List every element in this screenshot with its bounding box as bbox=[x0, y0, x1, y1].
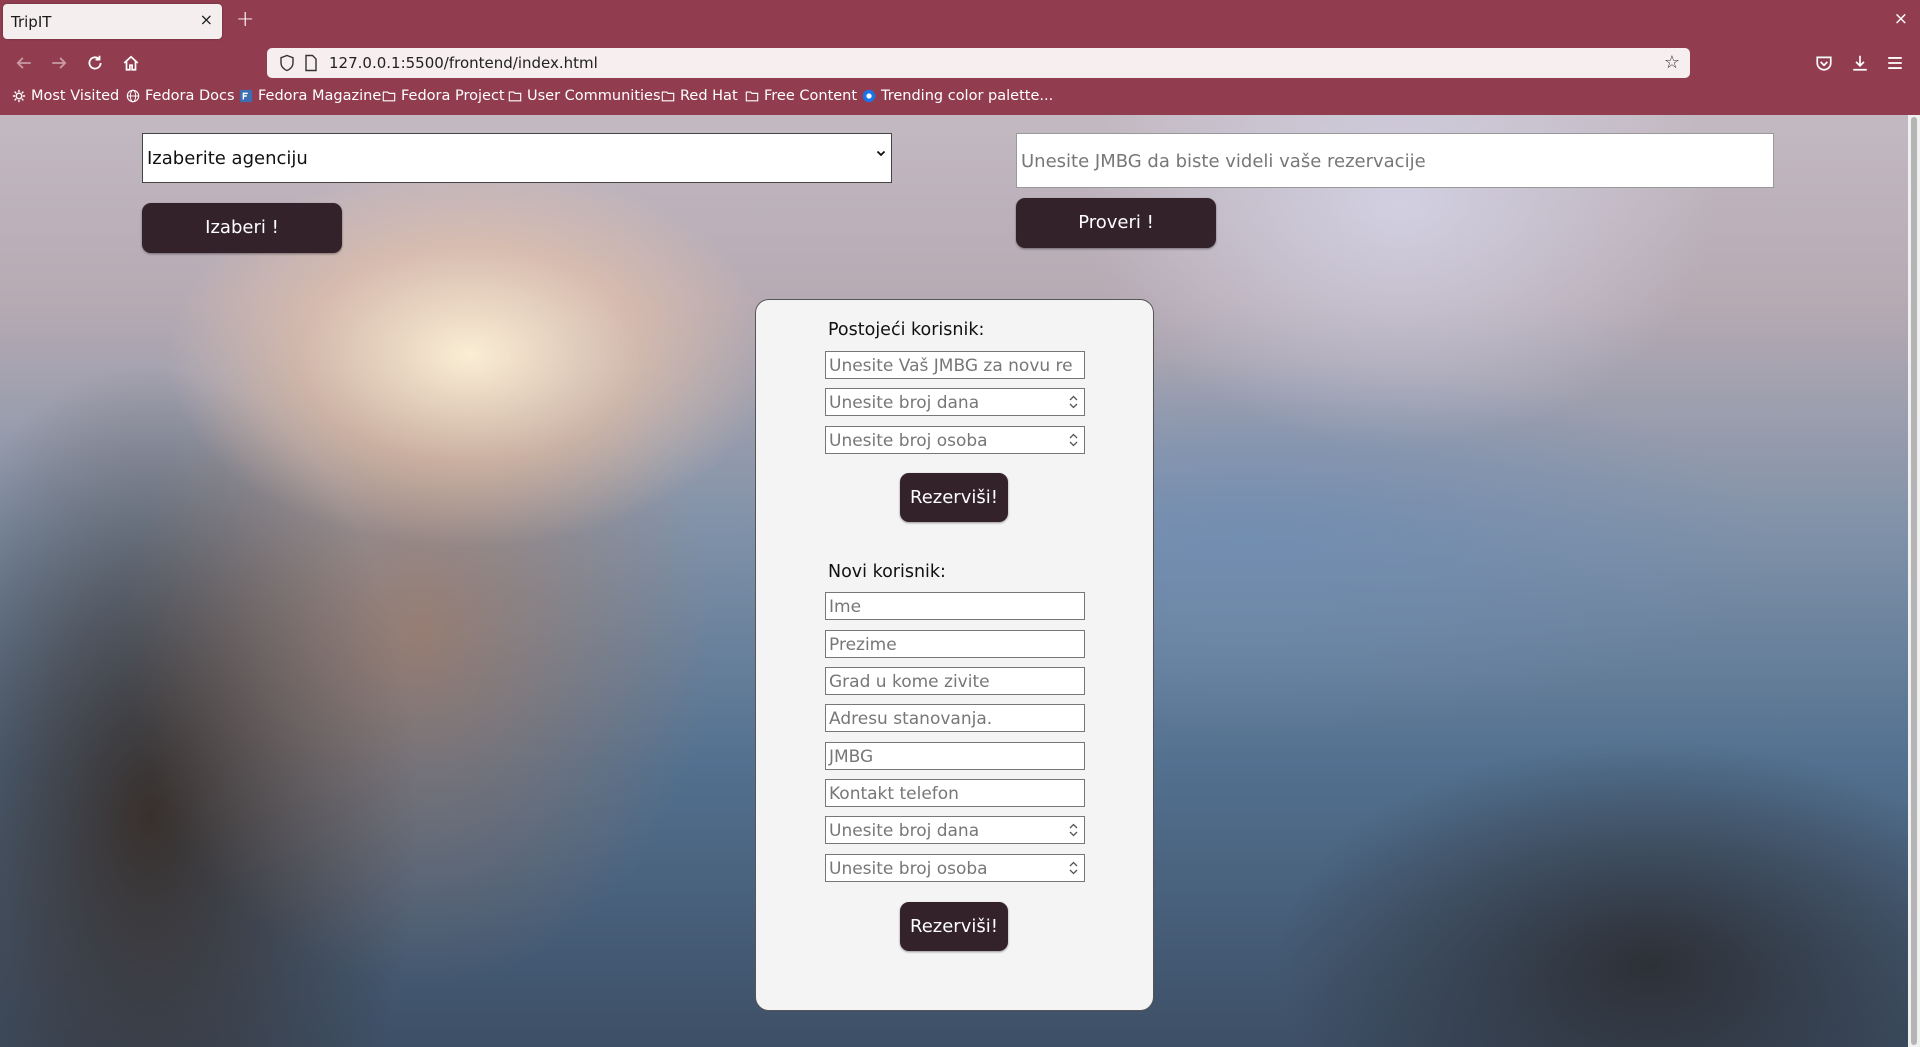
existing-jmbg-field[interactable]: Unesite Vaš JMBG za novu re bbox=[825, 351, 1085, 379]
field-placeholder: Unesite broj osoba bbox=[829, 431, 988, 451]
bookmark-label: Fedora Project bbox=[401, 88, 505, 104]
address-field[interactable]: Adresu stanovanja. bbox=[825, 704, 1085, 732]
url-text[interactable]: 127.0.0.1:5500/frontend/index.html bbox=[329, 54, 598, 72]
fedora-icon bbox=[239, 89, 253, 103]
first-name-field[interactable]: Ime bbox=[825, 592, 1085, 620]
back-icon[interactable] bbox=[12, 51, 36, 75]
spinner-icon[interactable] bbox=[1068, 432, 1079, 448]
forward-icon[interactable] bbox=[47, 51, 71, 75]
check-reservations-button[interactable]: Proveri ! bbox=[1016, 198, 1216, 248]
bookmark-fedora-magazine[interactable]: Fedora Magazine bbox=[239, 88, 381, 104]
spinner-icon[interactable] bbox=[1068, 394, 1079, 410]
bookmark-label: Trending color palette... bbox=[881, 88, 1054, 104]
phone-field[interactable]: Kontakt telefon bbox=[825, 779, 1085, 807]
bookmark-label: Fedora Magazine bbox=[258, 88, 382, 104]
downloads-icon[interactable] bbox=[1848, 51, 1872, 75]
bookmark-label: Red Hat bbox=[680, 88, 738, 104]
spinner-icon[interactable] bbox=[1068, 860, 1079, 876]
page-icon[interactable] bbox=[304, 54, 318, 76]
field-placeholder: Unesite Vaš JMBG za novu re bbox=[829, 356, 1073, 376]
pocket-icon[interactable] bbox=[1812, 51, 1836, 75]
folder-icon bbox=[661, 91, 675, 102]
new-days-field[interactable]: Unesite broj dana bbox=[825, 816, 1085, 844]
agency-select[interactable]: Izaberite agenciju bbox=[142, 133, 892, 183]
menu-icon[interactable] bbox=[1883, 51, 1907, 75]
spinner-icon[interactable] bbox=[1068, 822, 1079, 838]
jmbg-search-input[interactable]: Unesite JMBG da biste videli vaše rezerv… bbox=[1016, 133, 1774, 188]
existing-user-heading: Postojeći korisnik: bbox=[828, 320, 985, 340]
bookmark-label: User Communities bbox=[527, 88, 661, 104]
existing-reserve-button[interactable]: Rezerviši! bbox=[900, 473, 1008, 522]
new-tab-icon[interactable]: + bbox=[236, 7, 254, 32]
gear-icon bbox=[12, 89, 26, 103]
close-tab-icon[interactable]: × bbox=[200, 10, 213, 29]
existing-days-field[interactable]: Unesite broj dana bbox=[825, 388, 1085, 416]
folder-icon bbox=[508, 91, 522, 102]
site-icon bbox=[862, 89, 876, 103]
bookmark-user-communities[interactable]: User Communities bbox=[508, 88, 661, 104]
field-placeholder: JMBG bbox=[829, 747, 874, 767]
new-reserve-button[interactable]: Rezerviši! bbox=[900, 902, 1008, 951]
field-placeholder: Adresu stanovanja. bbox=[829, 709, 993, 729]
jmbg-field[interactable]: JMBG bbox=[825, 742, 1085, 770]
tab-bar: TripIT × + × bbox=[0, 0, 1920, 43]
bookmark-most-visited[interactable]: Most Visited bbox=[12, 88, 119, 104]
field-placeholder: Prezime bbox=[829, 635, 897, 655]
url-bar[interactable]: 127.0.0.1:5500/frontend/index.html ☆ bbox=[267, 48, 1690, 78]
choose-agency-button[interactable]: Izaberi ! bbox=[142, 203, 342, 253]
bookmarks-toolbar: Most Visited Fedora Docs Fedora Magazine… bbox=[0, 83, 1920, 115]
agency-select-value: Izaberite agenciju bbox=[147, 148, 308, 169]
bookmark-trending-color-palette[interactable]: Trending color palette... bbox=[862, 88, 1053, 104]
navigation-toolbar: 127.0.0.1:5500/frontend/index.html ☆ bbox=[0, 43, 1920, 83]
new-user-heading: Novi korisnik: bbox=[828, 562, 946, 582]
bookmark-fedora-project[interactable]: Fedora Project bbox=[382, 88, 505, 104]
reload-icon[interactable] bbox=[83, 51, 107, 75]
scrollbar-thumb[interactable] bbox=[1911, 117, 1917, 1045]
bookmark-fedora-docs[interactable]: Fedora Docs bbox=[126, 88, 235, 104]
existing-persons-field[interactable]: Unesite broj osoba bbox=[825, 426, 1085, 454]
bookmark-label: Most Visited bbox=[31, 88, 120, 104]
bookmark-star-icon[interactable]: ☆ bbox=[1664, 52, 1680, 73]
folder-icon bbox=[382, 91, 396, 102]
bookmark-label: Free Content bbox=[764, 88, 858, 104]
shield-icon[interactable] bbox=[279, 54, 295, 76]
window-close-icon[interactable]: × bbox=[1894, 9, 1908, 29]
page-content: Izaberite agenciju Izaberi ! Unesite JMB… bbox=[0, 115, 1908, 1047]
globe-icon bbox=[126, 89, 140, 103]
last-name-field[interactable]: Prezime bbox=[825, 630, 1085, 658]
tab-tripit[interactable]: TripIT × bbox=[3, 4, 222, 39]
bookmark-label: Fedora Docs bbox=[145, 88, 235, 104]
field-placeholder: Unesite broj osoba bbox=[829, 859, 988, 879]
bookmark-red-hat[interactable]: Red Hat bbox=[661, 88, 738, 104]
page-scrollbar[interactable] bbox=[1908, 115, 1920, 1047]
chevron-down-icon bbox=[875, 147, 887, 163]
field-placeholder: Kontakt telefon bbox=[829, 784, 959, 804]
home-icon[interactable] bbox=[119, 51, 143, 75]
field-placeholder: Unesite broj dana bbox=[829, 393, 980, 413]
bookmark-free-content[interactable]: Free Content bbox=[745, 88, 857, 104]
jmbg-search-placeholder: Unesite JMBG da biste videli vaše rezerv… bbox=[1021, 151, 1426, 172]
field-placeholder: Grad u kome zivite bbox=[829, 672, 990, 692]
reservation-card: Postojeći korisnik: Unesite Vaš JMBG za … bbox=[755, 299, 1154, 1011]
field-placeholder: Unesite broj dana bbox=[829, 821, 980, 841]
folder-icon bbox=[745, 91, 759, 102]
field-placeholder: Ime bbox=[829, 597, 862, 617]
new-persons-field[interactable]: Unesite broj osoba bbox=[825, 854, 1085, 882]
tab-title: TripIT bbox=[11, 13, 52, 31]
city-field[interactable]: Grad u kome zivite bbox=[825, 667, 1085, 695]
